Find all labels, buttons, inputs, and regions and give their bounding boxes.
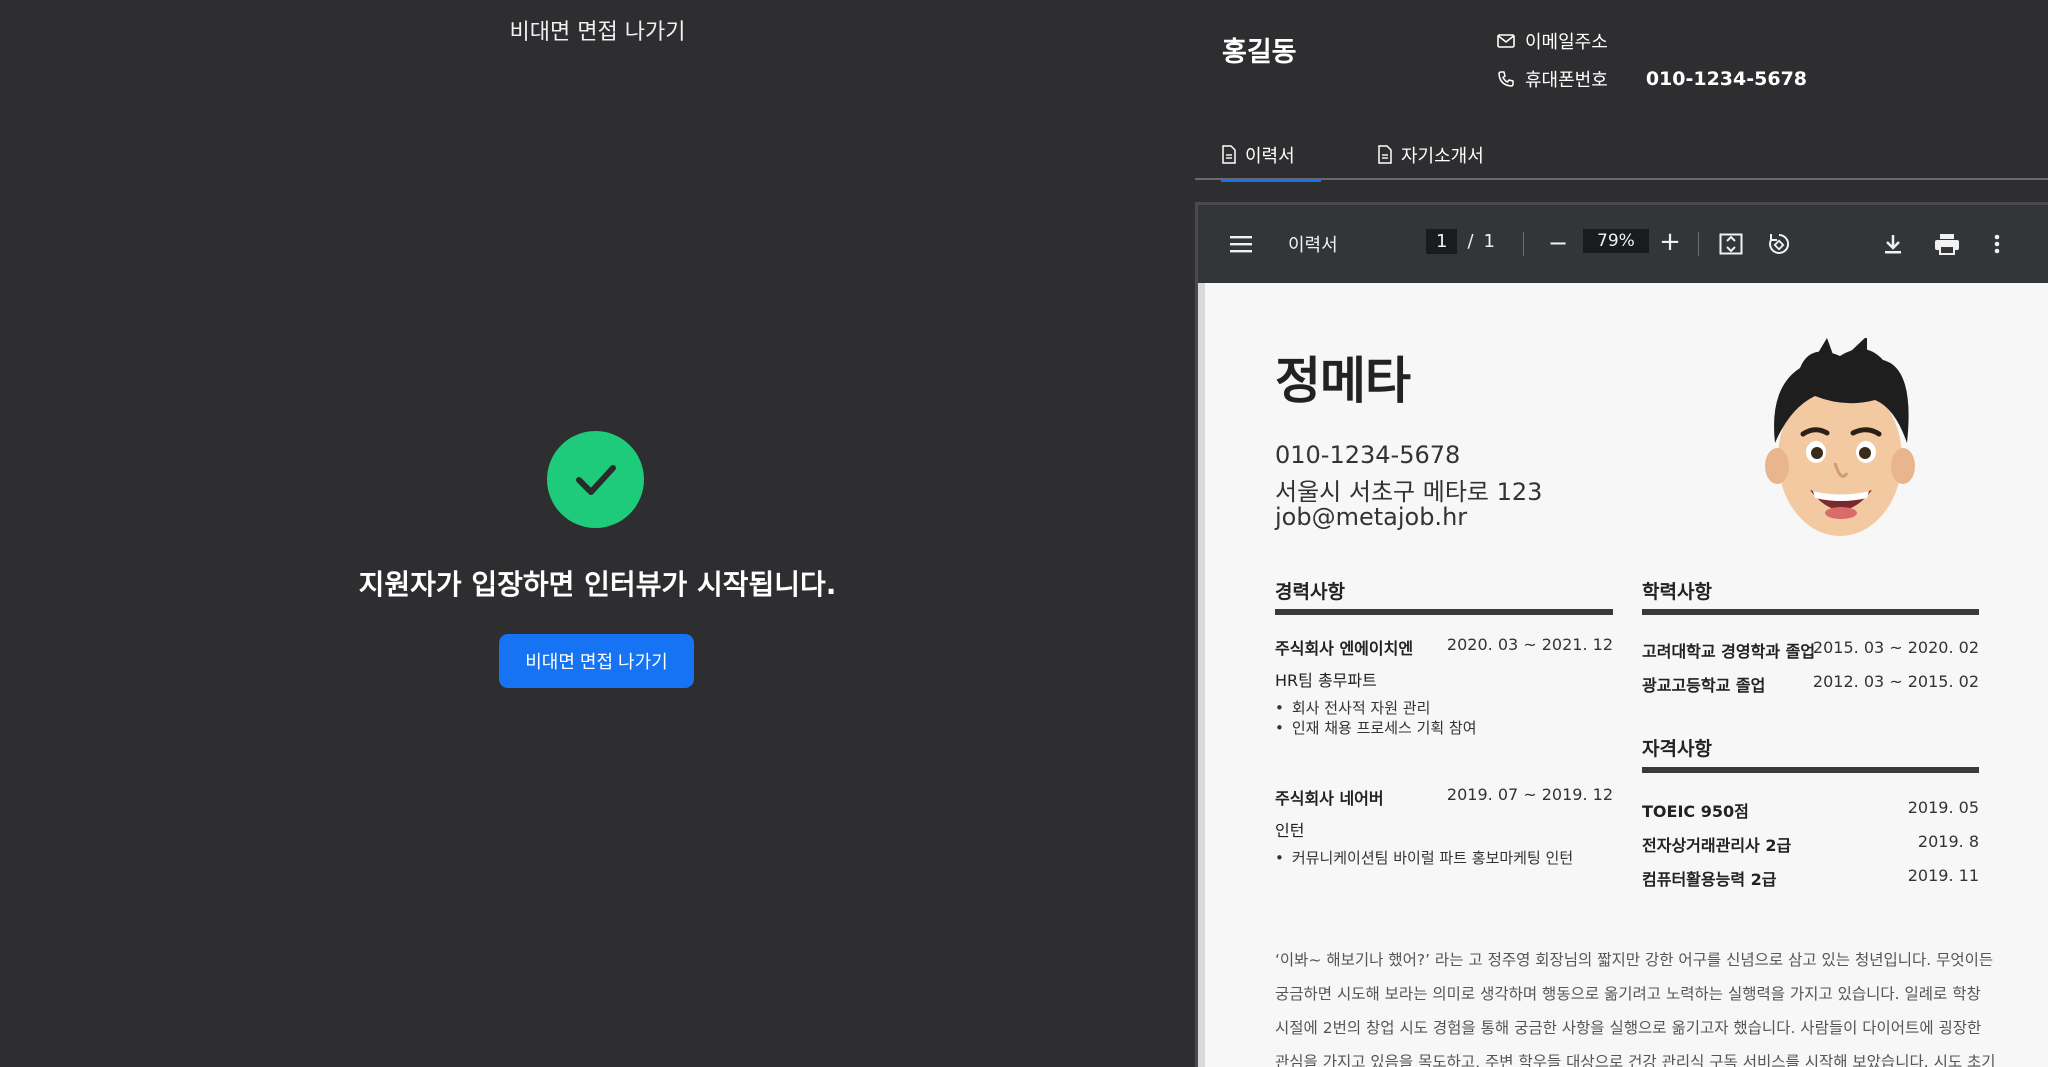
phone-label: 휴대폰번호 bbox=[1525, 70, 1608, 91]
document-icon bbox=[1377, 145, 1395, 165]
certification-item: 전자상거래관리사 2급 bbox=[1642, 836, 1792, 855]
intro-line: 시절에 2번의 창업 시도 경험을 통해 궁금한 사항을 실행으로 옮기고자 했… bbox=[1275, 1019, 1982, 1037]
career-role: HR팀 총무파트 bbox=[1275, 671, 1377, 690]
career-bullet: 인재 채용 프로세스 기획 참여 bbox=[1275, 717, 1477, 738]
education-divider bbox=[1642, 609, 1979, 615]
career-company: 주식회사 엔에이치엔 bbox=[1275, 639, 1414, 658]
intro-line: 궁금하면 시도해 보라는 의미로 생각하며 행동으로 옮기려고 노력하는 실행력… bbox=[1275, 985, 1981, 1003]
career-bullet: 커뮤니케이션팀 바이럴 파트 홍보마케팅 인턴 bbox=[1275, 847, 1573, 868]
candidate-name: 홍길동 bbox=[1222, 37, 1297, 68]
toolbar-divider bbox=[1698, 232, 1699, 256]
pdf-title: 이력서 bbox=[1288, 235, 1338, 256]
zoom-in-button[interactable]: + bbox=[1658, 227, 1682, 257]
phone-value: 010-1234-5678 bbox=[1645, 68, 1808, 90]
career-company: 주식회사 네어버 bbox=[1275, 789, 1384, 808]
pdf-page: 정메타 010-1234-5678 서울시 서초구 메타로 123 job@me… bbox=[1205, 283, 2048, 1067]
certification-date: 2019. 8 bbox=[1917, 832, 1979, 851]
zoom-out-button[interactable]: − bbox=[1546, 229, 1570, 257]
resume-email: job@metajob.hr bbox=[1275, 503, 1468, 531]
fit-page-icon[interactable] bbox=[1718, 231, 1744, 257]
more-options-icon[interactable] bbox=[1990, 231, 2004, 257]
menu-icon[interactable] bbox=[1228, 232, 1254, 256]
print-icon[interactable] bbox=[1933, 231, 1961, 257]
certification-item: 컴퓨터활용능력 2급 bbox=[1642, 870, 1777, 889]
education-period: 2015. 03 ~ 2020. 02 bbox=[1812, 638, 1979, 657]
tab-cover-letter-label: 자기소개서 bbox=[1401, 146, 1484, 167]
pdf-toolbar: 이력서 1 / 1 − 79% + bbox=[1198, 205, 2048, 283]
download-icon[interactable] bbox=[1881, 231, 1905, 257]
document-icon bbox=[1221, 145, 1239, 165]
zoom-level[interactable]: 79% bbox=[1583, 229, 1649, 253]
career-divider bbox=[1275, 609, 1613, 615]
education-title: 학력사항 bbox=[1642, 581, 1712, 603]
document-tabs: 이력서 자기소개서 bbox=[1195, 130, 2048, 182]
mail-icon bbox=[1495, 30, 1517, 52]
email-row: 이메일주소 bbox=[1495, 28, 1608, 54]
status-message: 지원자가 입장하면 인터뷰가 시작됩니다. bbox=[358, 568, 837, 601]
exit-interview-button[interactable]: 비대면 면접 나가기 bbox=[499, 634, 694, 688]
tab-resume-label: 이력서 bbox=[1245, 146, 1295, 167]
career-bullet: 회사 전사적 자원 관리 bbox=[1275, 697, 1431, 718]
tab-resume[interactable]: 이력서 bbox=[1221, 130, 1321, 182]
tab-cover-letter[interactable]: 자기소개서 bbox=[1377, 130, 1507, 180]
page-separator: / bbox=[1467, 231, 1474, 252]
career-title: 경력사항 bbox=[1275, 581, 1345, 603]
career-period: 2020. 03 ~ 2021. 12 bbox=[1446, 635, 1613, 654]
avatar bbox=[1765, 338, 1915, 536]
certification-date: 2019. 05 bbox=[1907, 798, 1979, 817]
resume-address: 서울시 서초구 메타로 123 bbox=[1275, 478, 1543, 506]
certification-date: 2019. 11 bbox=[1907, 866, 1979, 885]
intro-line: 관심을 가지고 있음을 목도하고, 주변 학우들 대상으로 건강 관리식 구독 … bbox=[1275, 1053, 1996, 1067]
top-exit-title: 비대면 면접 나가기 bbox=[509, 20, 686, 45]
certification-title: 자격사항 bbox=[1642, 738, 1712, 760]
interview-panel: 비대면 면접 나가기 지원자가 입장하면 인터뷰가 시작됩니다. 비대면 면접 … bbox=[0, 0, 1195, 1067]
intro-line: ‘이봐~ 해보기나 했어?’ 라는 고 정주영 회장님의 짧지만 강한 어구를 … bbox=[1275, 951, 1994, 969]
career-role: 인턴 bbox=[1275, 821, 1305, 840]
career-period: 2019. 07 ~ 2019. 12 bbox=[1446, 785, 1613, 804]
resume-name: 정메타 bbox=[1275, 352, 1411, 410]
certification-divider bbox=[1642, 767, 1979, 773]
candidate-panel: 홍길동 이메일주소 휴대폰번호 010-1234-5678 이력서 자기소개서 bbox=[1195, 0, 2048, 1067]
toolbar-divider bbox=[1523, 232, 1524, 256]
phone-row: 휴대폰번호 010-1234-5678 bbox=[1495, 66, 1807, 92]
page-indicator: 1 / 1 bbox=[1426, 229, 1495, 254]
self-introduction: ‘이봐~ 해보기나 했어?’ 라는 고 정주영 회장님의 짧지만 강한 어구를 … bbox=[1275, 943, 1996, 1067]
pdf-viewer: 이력서 1 / 1 − 79% + 정메타 010-1234-5678 서울시 … bbox=[1195, 202, 2048, 1067]
page-total: 1 bbox=[1483, 231, 1495, 252]
resume-phone: 010-1234-5678 bbox=[1275, 441, 1461, 469]
certification-item: TOEIC 950점 bbox=[1642, 802, 1749, 821]
check-icon bbox=[547, 431, 644, 528]
zoom-value: 79% bbox=[1583, 229, 1649, 253]
email-label: 이메일주소 bbox=[1525, 32, 1608, 53]
page-input[interactable]: 1 bbox=[1426, 229, 1458, 254]
education-period: 2012. 03 ~ 2015. 02 bbox=[1812, 672, 1979, 691]
education-item: 광교고등학교 졸업 bbox=[1642, 676, 1766, 695]
rotate-icon[interactable] bbox=[1766, 231, 1792, 257]
phone-icon bbox=[1495, 68, 1517, 90]
